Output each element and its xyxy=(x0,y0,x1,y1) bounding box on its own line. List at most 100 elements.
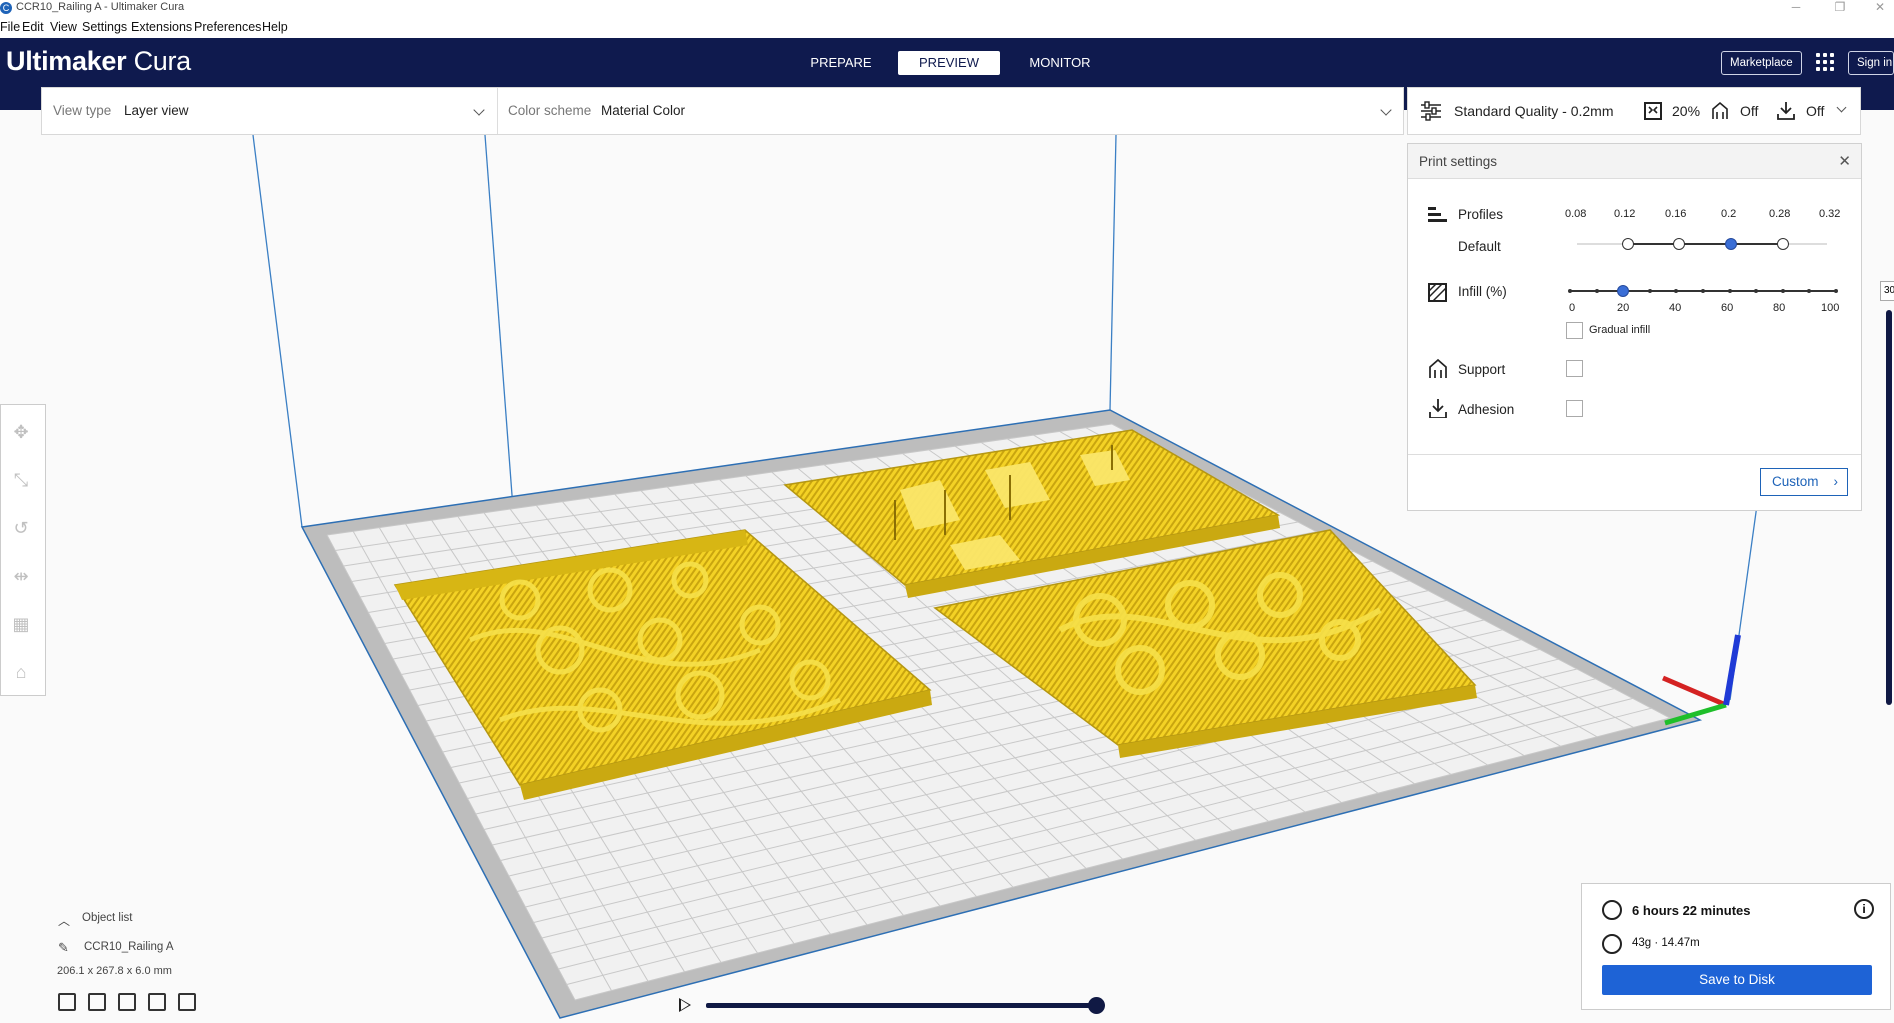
chevron-right-icon: › xyxy=(1833,474,1839,489)
ultimaker-cura-logo: Ultimaker Cura xyxy=(6,46,191,76)
infill-tick xyxy=(1754,289,1759,293)
object-list-header[interactable]: Object list xyxy=(82,912,133,924)
path-slider-handle[interactable] xyxy=(1088,997,1105,1014)
output-panel: 6 hours 22 minutes i 43g · 14.47m Save t… xyxy=(1581,883,1891,1010)
view-3d-icon[interactable] xyxy=(58,993,76,1011)
left-toolbar: ✥ ⤡ ↺ ⇹ ▦ ⌂ xyxy=(0,404,46,696)
color-scheme-select[interactable]: Material Color xyxy=(601,103,685,118)
infill-icon xyxy=(1428,283,1447,302)
object-name[interactable]: CCR10_Railing A xyxy=(84,941,174,953)
view-left-icon[interactable] xyxy=(148,993,166,1011)
panel-header: Print settings ✕ xyxy=(1408,144,1861,179)
tab-prepare[interactable]: PREPARE xyxy=(800,51,882,75)
tab-monitor[interactable]: MONITOR xyxy=(1016,51,1104,75)
sliders-icon xyxy=(1421,101,1441,121)
close-icon[interactable]: ✕ xyxy=(1838,152,1851,170)
mirror-tool-icon[interactable]: ⇹ xyxy=(10,565,32,587)
material-usage: 43g · 14.47m xyxy=(1632,937,1700,949)
profile-slider-active xyxy=(1626,243,1780,245)
custom-settings-button[interactable]: Custom › xyxy=(1760,468,1848,496)
layer-height-option[interactable]: 0.32 xyxy=(1819,208,1840,220)
view-toolbar: View type Layer view Color scheme Materi… xyxy=(41,87,1404,135)
object-dimensions: 206.1 x 267.8 x 6.0 mm xyxy=(57,965,172,977)
infill-tick xyxy=(1568,289,1572,293)
layer-height-option[interactable]: 0.16 xyxy=(1665,208,1686,220)
view-top-icon[interactable] xyxy=(118,993,136,1011)
play-icon[interactable] xyxy=(679,998,691,1012)
panel-title: Print settings xyxy=(1419,154,1498,169)
adhesion-checkbox[interactable] xyxy=(1566,400,1583,417)
infill-tick xyxy=(1780,289,1785,293)
build-volume-edge xyxy=(252,134,303,528)
infill-label: Infill (%) xyxy=(1458,284,1507,299)
view-right-icon[interactable] xyxy=(178,993,196,1011)
infill-tick-label: 80 xyxy=(1773,302,1786,314)
infill-tick xyxy=(1834,289,1838,293)
adhesion-summary: Off xyxy=(1806,103,1825,119)
build-volume-edge xyxy=(1109,134,1117,411)
tab-preview[interactable]: PREVIEW xyxy=(898,51,1000,75)
print-setup-selector[interactable]: Standard Quality - 0.2mm 20% Off Off xyxy=(1407,87,1861,135)
adhesion-icon xyxy=(1777,102,1795,120)
profile-slider-node[interactable] xyxy=(1777,238,1789,250)
layer-height-option[interactable]: 0.12 xyxy=(1614,208,1635,220)
infill-tick-label: 40 xyxy=(1669,302,1682,314)
chevron-up-icon[interactable]: ︿ xyxy=(58,912,70,929)
print-time: 6 hours 22 minutes xyxy=(1632,903,1751,918)
per-model-settings-icon[interactable]: ▦ xyxy=(10,613,32,635)
divider xyxy=(497,88,498,134)
print-settings-panel: Print settings ✕ Profiles Default 0.08 0… xyxy=(1407,143,1862,511)
support-icon xyxy=(1429,358,1447,378)
move-tool-icon[interactable]: ✥ xyxy=(10,421,32,443)
infill-tick xyxy=(1594,289,1599,293)
support-icon xyxy=(1712,101,1728,119)
infill-tick-label: 60 xyxy=(1721,302,1734,314)
chevron-down-icon[interactable] xyxy=(473,104,485,116)
view-type-select[interactable]: Layer view xyxy=(124,103,189,118)
support-checkbox[interactable] xyxy=(1566,360,1583,377)
adhesion-label: Adhesion xyxy=(1458,402,1515,417)
camera-view-buttons xyxy=(58,993,208,1016)
infill-slider-handle[interactable] xyxy=(1617,285,1630,297)
infill-tick-label: 20 xyxy=(1617,302,1630,314)
infill-tick xyxy=(1674,289,1679,293)
clock-icon xyxy=(1602,900,1622,920)
adhesion-icon xyxy=(1429,399,1447,418)
layer-height-option[interactable]: 0.2 xyxy=(1721,208,1736,220)
infill-tick xyxy=(1727,289,1732,293)
apps-grid-icon[interactable] xyxy=(1816,53,1836,73)
layer-slider[interactable] xyxy=(1886,310,1892,705)
profile-slider-node[interactable] xyxy=(1622,238,1634,250)
custom-button-label: Custom xyxy=(1772,474,1819,489)
chevron-down-icon[interactable] xyxy=(1380,104,1392,116)
layer-number-input[interactable]: 30 xyxy=(1880,281,1894,301)
profile-slider-node[interactable] xyxy=(1673,238,1685,250)
layer-height-option[interactable]: 0.28 xyxy=(1769,208,1790,220)
chevron-down-icon[interactable] xyxy=(1836,102,1847,113)
cura-window: C CCR10_Railing A - Ultimaker Cura ─ ❐ ✕… xyxy=(0,0,1894,1023)
path-slider-track[interactable] xyxy=(706,1003,1098,1008)
axis-z xyxy=(1723,634,1741,706)
profiles-icon xyxy=(1428,207,1447,222)
pencil-icon: ✎ xyxy=(58,940,69,955)
axis-x xyxy=(1662,675,1727,708)
save-to-disk-button[interactable]: Save to Disk xyxy=(1602,965,1872,995)
spool-icon xyxy=(1602,934,1622,954)
info-icon[interactable]: i xyxy=(1854,899,1874,919)
sign-in-button[interactable]: Sign in xyxy=(1848,51,1894,75)
profile-slider-handle[interactable] xyxy=(1725,238,1737,250)
support-blocker-icon[interactable]: ⌂ xyxy=(10,661,32,683)
color-scheme-label: Color scheme xyxy=(508,103,592,118)
view-front-icon[interactable] xyxy=(88,993,106,1011)
rotate-tool-icon[interactable]: ↺ xyxy=(10,517,32,539)
profile-summary: Standard Quality - 0.2mm xyxy=(1454,103,1614,119)
gradual-infill-label: Gradual infill xyxy=(1589,324,1651,336)
support-label: Support xyxy=(1458,362,1506,377)
profile-default-label: Default xyxy=(1458,239,1501,254)
gradual-infill-checkbox[interactable] xyxy=(1566,322,1583,339)
scale-tool-icon[interactable]: ⤡ xyxy=(10,469,32,491)
support-summary: Off xyxy=(1740,103,1759,119)
infill-icon xyxy=(1644,102,1662,120)
marketplace-button[interactable]: Marketplace xyxy=(1721,51,1802,75)
layer-height-option[interactable]: 0.08 xyxy=(1565,208,1586,220)
